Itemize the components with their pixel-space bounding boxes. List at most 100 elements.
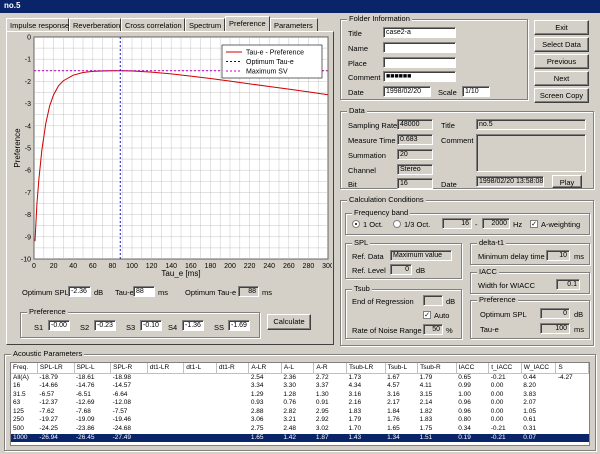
oct1-radio[interactable] xyxy=(352,220,360,228)
folder-comment-field[interactable]: ■■■■■■ xyxy=(383,71,456,82)
width-wiacc-value[interactable]: 0.1 xyxy=(556,279,580,290)
summation-label: Summation xyxy=(348,151,386,160)
ref-level-value[interactable]: 0 xyxy=(390,264,412,275)
a-weighting-checkbox[interactable]: ✓ xyxy=(530,220,538,228)
tab-spectrum[interactable]: Spectrum xyxy=(185,18,225,32)
a-weighting-label: A-weighting xyxy=(541,220,581,229)
table-cell: 1.05 xyxy=(523,407,536,415)
table-cell: 0.00 xyxy=(490,382,504,390)
table-cell xyxy=(556,408,589,417)
tab-cross-correlation[interactable]: Cross correlation xyxy=(121,18,185,32)
table-cell: 0.19 xyxy=(456,433,489,443)
table-row[interactable]: 500 -24.25 -23.86 -24.68 2.75 2.48 3.02 1.70 1.6… xyxy=(11,425,589,434)
table-cell: -27.49 xyxy=(110,433,148,443)
column-header[interactable]: Tsub-L xyxy=(385,363,419,374)
noise-range-label: Rate of Noise Range xyxy=(352,326,422,335)
table-cell: 2.16 xyxy=(348,399,362,407)
table-row[interactable]: 250 -19.27 -19.09 -19.46 3.06 3.21 2.92 1.79 1.7… xyxy=(11,416,589,425)
table-cell: 0.76 xyxy=(283,399,297,407)
column-header[interactable]: A-LR xyxy=(248,363,282,374)
auto-checkbox[interactable]: ✓ xyxy=(423,311,431,319)
folder-comment-label: Comment xyxy=(348,73,381,82)
x-axis-label: Tau_e [ms] xyxy=(161,269,200,278)
tab-reverberation[interactable]: Reverberation xyxy=(69,18,121,32)
column-header[interactable]: Tsub-LR xyxy=(346,363,386,374)
column-header[interactable]: SPL-R xyxy=(110,363,148,374)
column-header[interactable]: S xyxy=(555,363,589,374)
delta-t1-label: delta-t1 xyxy=(477,238,507,247)
column-header[interactable]: t_IACC xyxy=(488,363,522,374)
screen-copy-button[interactable]: Screen Copy xyxy=(534,88,589,103)
column-header[interactable]: A-L xyxy=(281,363,315,374)
y-tick-label: 0 xyxy=(27,35,31,42)
tab-impulse-response[interactable]: Impulse response xyxy=(6,18,69,32)
tau-e-value: 88 xyxy=(133,286,155,297)
freq-to-field[interactable]: 2000 xyxy=(482,218,510,229)
tab-parameters[interactable]: Parameters xyxy=(270,18,318,32)
tab-preference[interactable]: Preference xyxy=(225,16,270,32)
table-cell: 125 xyxy=(13,407,24,415)
exit-button[interactable]: Exit xyxy=(534,20,589,35)
column-header[interactable]: Tsub-R xyxy=(417,363,457,374)
column-header[interactable]: W_IACC xyxy=(521,363,557,374)
table-cell: 1.87 xyxy=(313,433,347,443)
column-header[interactable]: dt1-R xyxy=(216,363,250,374)
table-cell: 1000 xyxy=(11,433,38,443)
bit-label: Bit xyxy=(348,180,357,189)
folder-place-field[interactable] xyxy=(383,57,456,68)
table-cell: -4.27 xyxy=(557,373,573,381)
folder-title-field[interactable]: case2-a xyxy=(383,27,456,38)
calculate-button[interactable]: Calculate xyxy=(267,314,311,330)
table-row[interactable]: 31.5 -6.57 -6.51 -6.64 1.29 1.28 1.30 3.16 3.16 3… xyxy=(11,391,589,400)
column-header[interactable]: A-R xyxy=(313,363,347,374)
table-row[interactable]: 16 -14.66 -14.76 -14.57 3.34 3.30 3.37 4.34 4.57… xyxy=(11,382,589,391)
play-button[interactable]: Play xyxy=(552,175,582,188)
table-cell xyxy=(216,391,249,400)
end-regression-value[interactable] xyxy=(423,295,443,306)
table-cell: 3.02 xyxy=(315,425,329,433)
table-row[interactable]: 125 -7.62 -7.68 -7.57 2.88 2.82 2.95 1.83 1.84 1.… xyxy=(11,408,589,417)
s-label-s3: S3 xyxy=(126,323,136,332)
folder-name-field[interactable] xyxy=(383,42,456,53)
min-delay-value[interactable]: 10 xyxy=(546,250,570,261)
freq-from-field[interactable]: 16 xyxy=(442,218,472,229)
column-header[interactable]: SPL-LR xyxy=(37,363,75,374)
iacc-group-label: IACC xyxy=(477,267,499,276)
table-row[interactable]: 63 -12.37 -12.69 -12.08 0.93 0.76 0.91 2.16 2.17… xyxy=(11,399,589,408)
pref-opt-spl-value[interactable]: 0 xyxy=(540,308,570,319)
s-label-ss: SS xyxy=(214,323,225,332)
column-header[interactable]: SPL-L xyxy=(74,363,112,374)
folder-date-field[interactable]: 1998/02/20 xyxy=(383,86,431,97)
table-cell: -14.66 xyxy=(39,382,58,390)
legend-entry: Optimum Tau-e xyxy=(246,59,294,66)
table-cell xyxy=(184,408,217,417)
noise-range-value[interactable]: 50 xyxy=(423,324,443,335)
tau-e-unit: ms xyxy=(158,288,168,297)
previous-button[interactable]: Previous xyxy=(534,54,589,69)
optimum-tau-e-unit: ms xyxy=(262,288,272,297)
column-header[interactable]: Freq. xyxy=(11,363,38,374)
x-tick-label: 60 xyxy=(89,263,97,270)
table-cell: 0.00 xyxy=(490,416,504,424)
table-cell xyxy=(216,425,249,434)
folder-scale-label: Scale xyxy=(438,88,457,97)
next-button[interactable]: Next xyxy=(534,71,589,86)
y-tick-label: -10 xyxy=(21,257,31,264)
select-data-button[interactable]: Select Data xyxy=(534,37,589,52)
oct3-radio[interactable] xyxy=(393,220,401,228)
table-row[interactable]: All(A) -18.79 -18.61 -18.98 2.54 2.36 2.72 1.73… xyxy=(11,373,589,382)
acoustic-parameters-list[interactable]: Freq. SPL-LR SPL-L SPL-R dt1-LR dt1-L dt1-R A-L… xyxy=(10,362,590,446)
ref-level-label: Ref. Level xyxy=(352,266,386,275)
pref-opt-spl-unit: dB xyxy=(574,310,584,319)
table-cell: 3.06 xyxy=(250,416,264,424)
column-header[interactable]: dt1-L xyxy=(183,363,217,374)
table-row[interactable]: 1000 -26.94 -26.45 -27.49 1.65 1.42 1.87 1.43 1.… xyxy=(11,433,589,443)
folder-scale-field[interactable]: 1/10 xyxy=(462,86,490,97)
x-tick-label: 300 xyxy=(322,263,332,270)
table-cell: 1.65 xyxy=(248,433,282,443)
column-header[interactable]: dt1-LR xyxy=(147,363,185,374)
table-cell: -0.21 xyxy=(490,425,506,433)
column-header[interactable]: IACC xyxy=(456,363,490,374)
pref-tau-e-value[interactable]: 100 xyxy=(540,323,570,334)
ref-data-value[interactable]: Maximum value xyxy=(390,250,452,261)
